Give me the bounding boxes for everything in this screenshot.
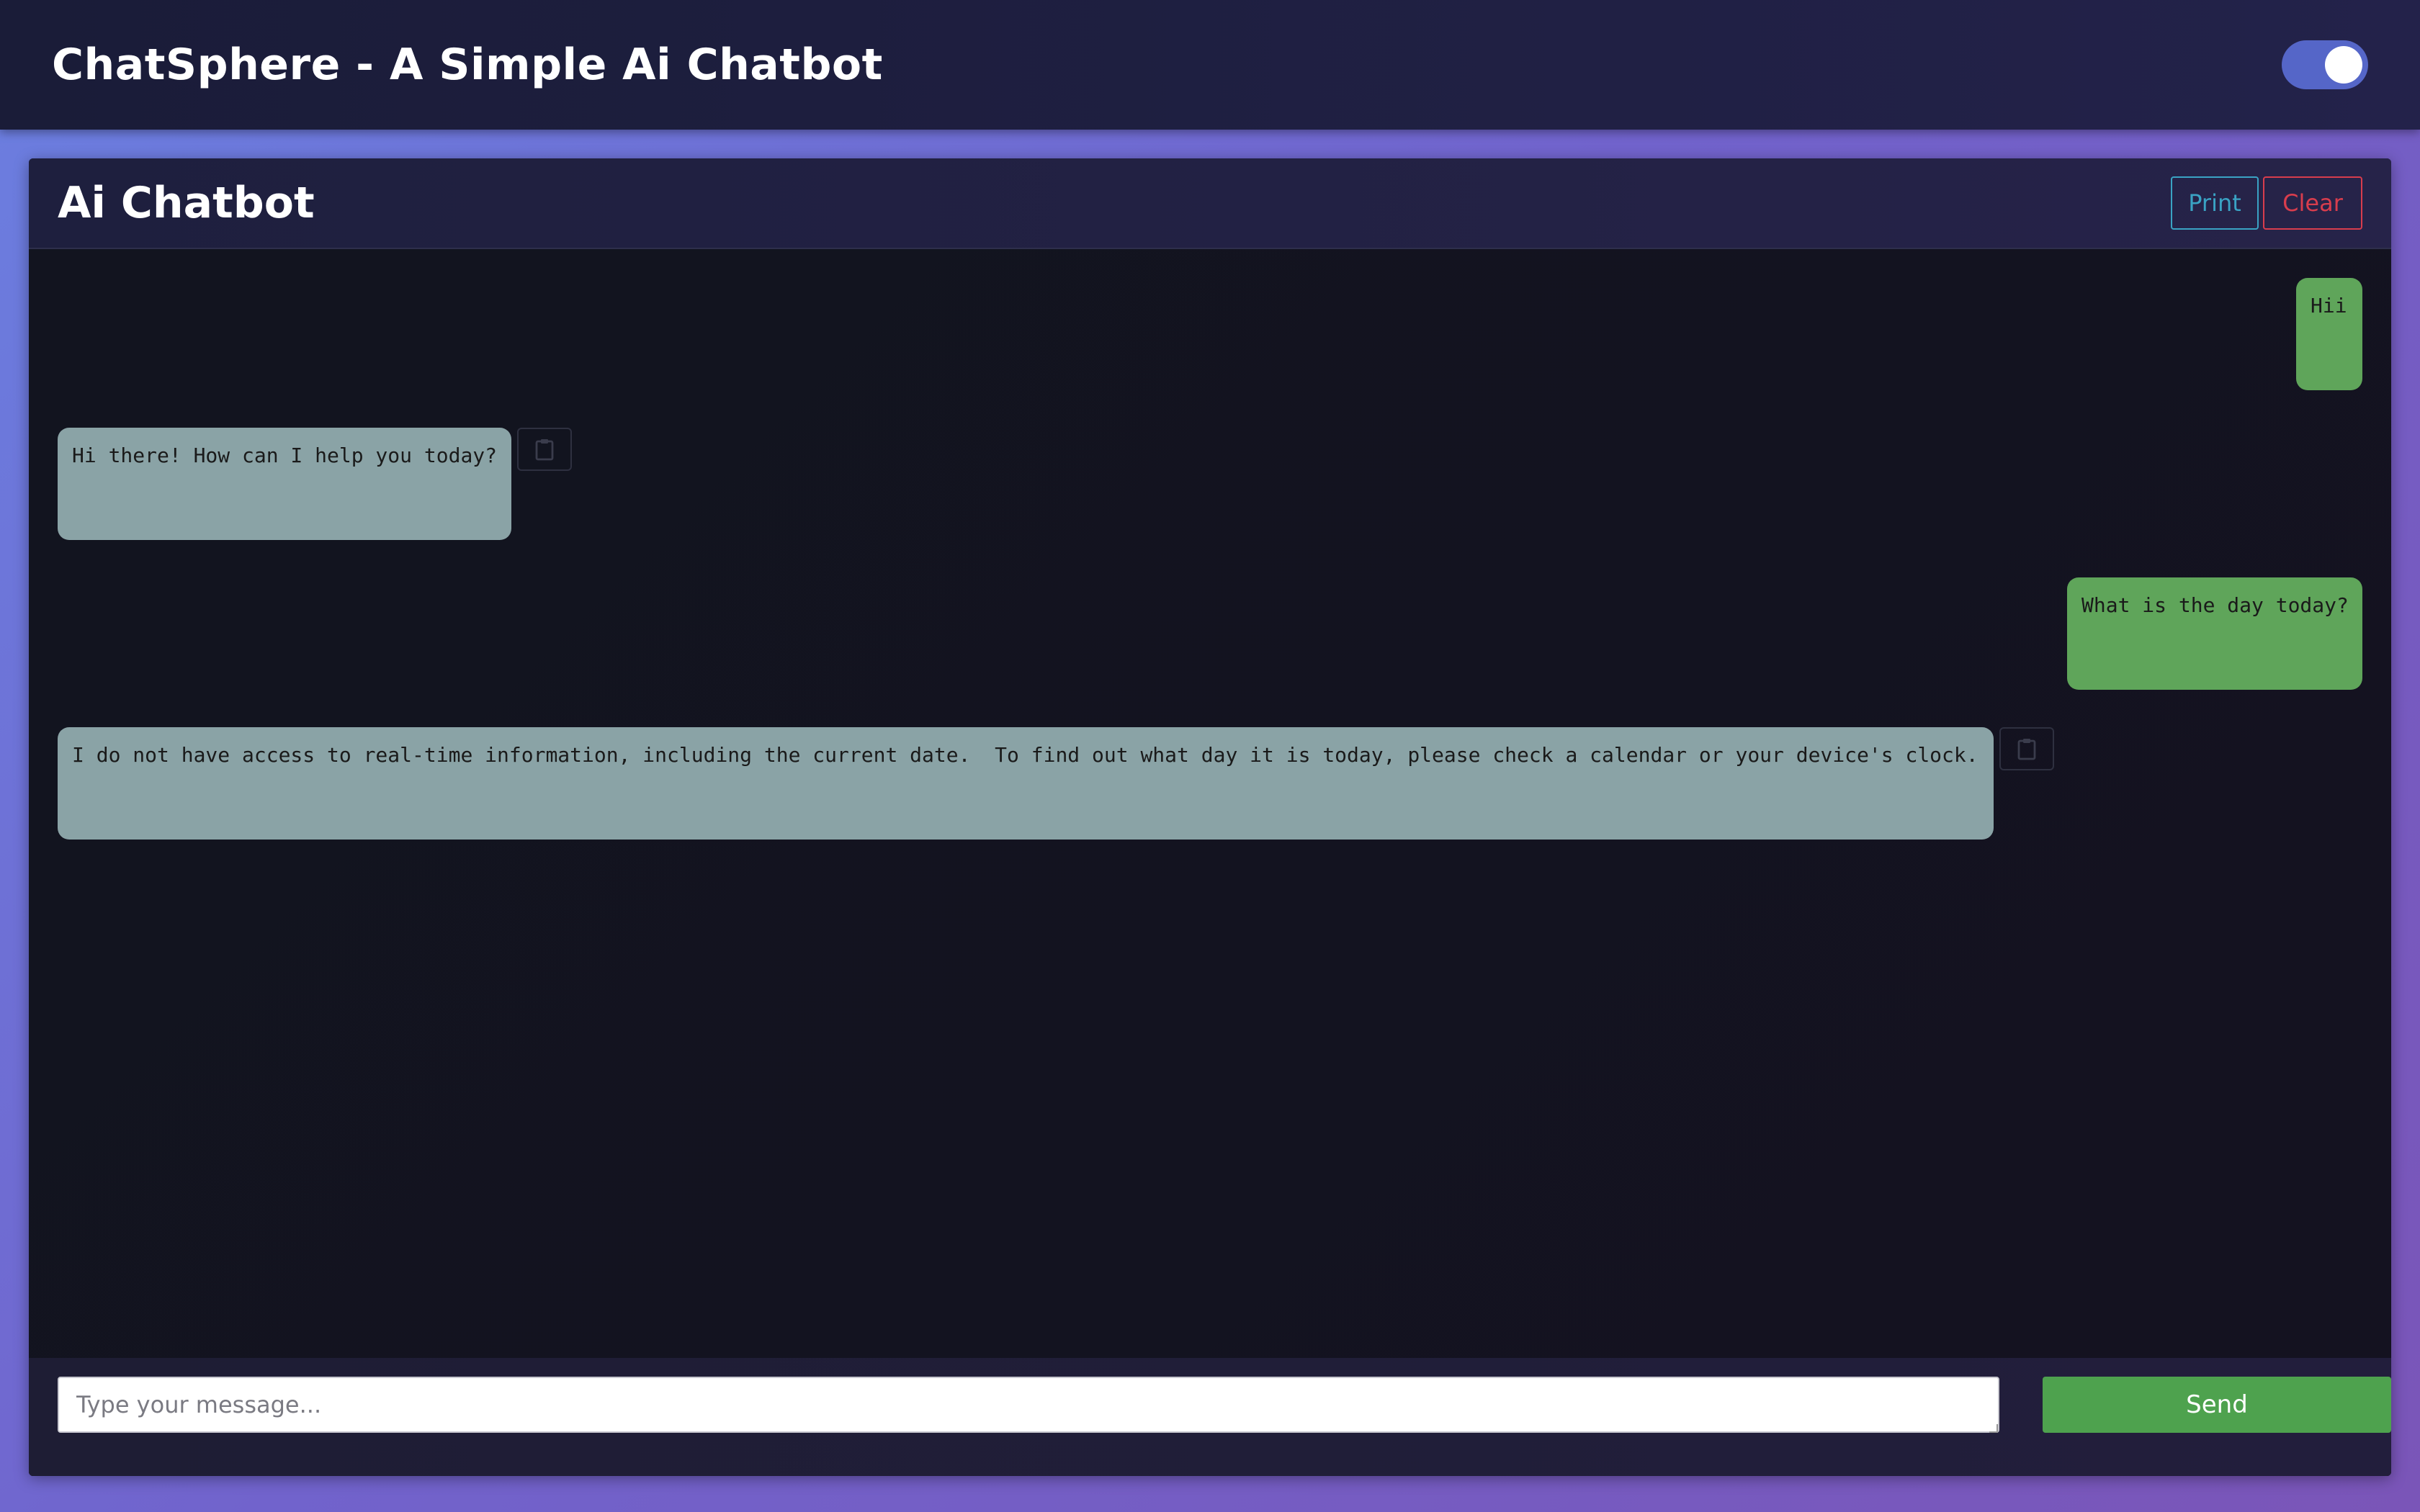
bot-message: I do not have access to real-time inform…: [58, 727, 1994, 840]
top-navbar: ChatSphere - A Simple Ai Chatbot: [0, 0, 2420, 130]
clipboard-icon: [2017, 739, 2036, 760]
clipboard-icon: [535, 439, 554, 461]
user-message: What is the day today?: [2067, 577, 2362, 690]
print-button[interactable]: Print: [2171, 176, 2259, 230]
app-title: ChatSphere - A Simple Ai Chatbot: [52, 40, 883, 90]
chat-card-title: Ai Chatbot: [58, 178, 315, 228]
user-message: Hii: [2296, 278, 2362, 390]
resize-handle-icon[interactable]: [1989, 1424, 1998, 1433]
send-button[interactable]: Send: [2043, 1377, 2391, 1433]
clear-button[interactable]: Clear: [2263, 176, 2362, 230]
chat-messages[interactable]: Hii Hi there! How can I help you today? …: [29, 249, 2391, 1476]
theme-toggle[interactable]: [2282, 40, 2368, 89]
chat-card: Ai Chatbot Print Clear Hii Hi there! How…: [29, 158, 2391, 1476]
composer-bar: Send: [29, 1358, 2391, 1476]
toggle-knob: [2325, 46, 2362, 84]
bot-message: Hi there! How can I help you today?: [58, 428, 511, 540]
copy-message-button[interactable]: [1999, 727, 2054, 770]
chat-card-header: Ai Chatbot Print Clear: [29, 158, 2391, 249]
message-input[interactable]: [58, 1377, 1999, 1433]
header-actions: Print Clear: [2171, 176, 2362, 230]
copy-message-button[interactable]: [517, 428, 572, 471]
